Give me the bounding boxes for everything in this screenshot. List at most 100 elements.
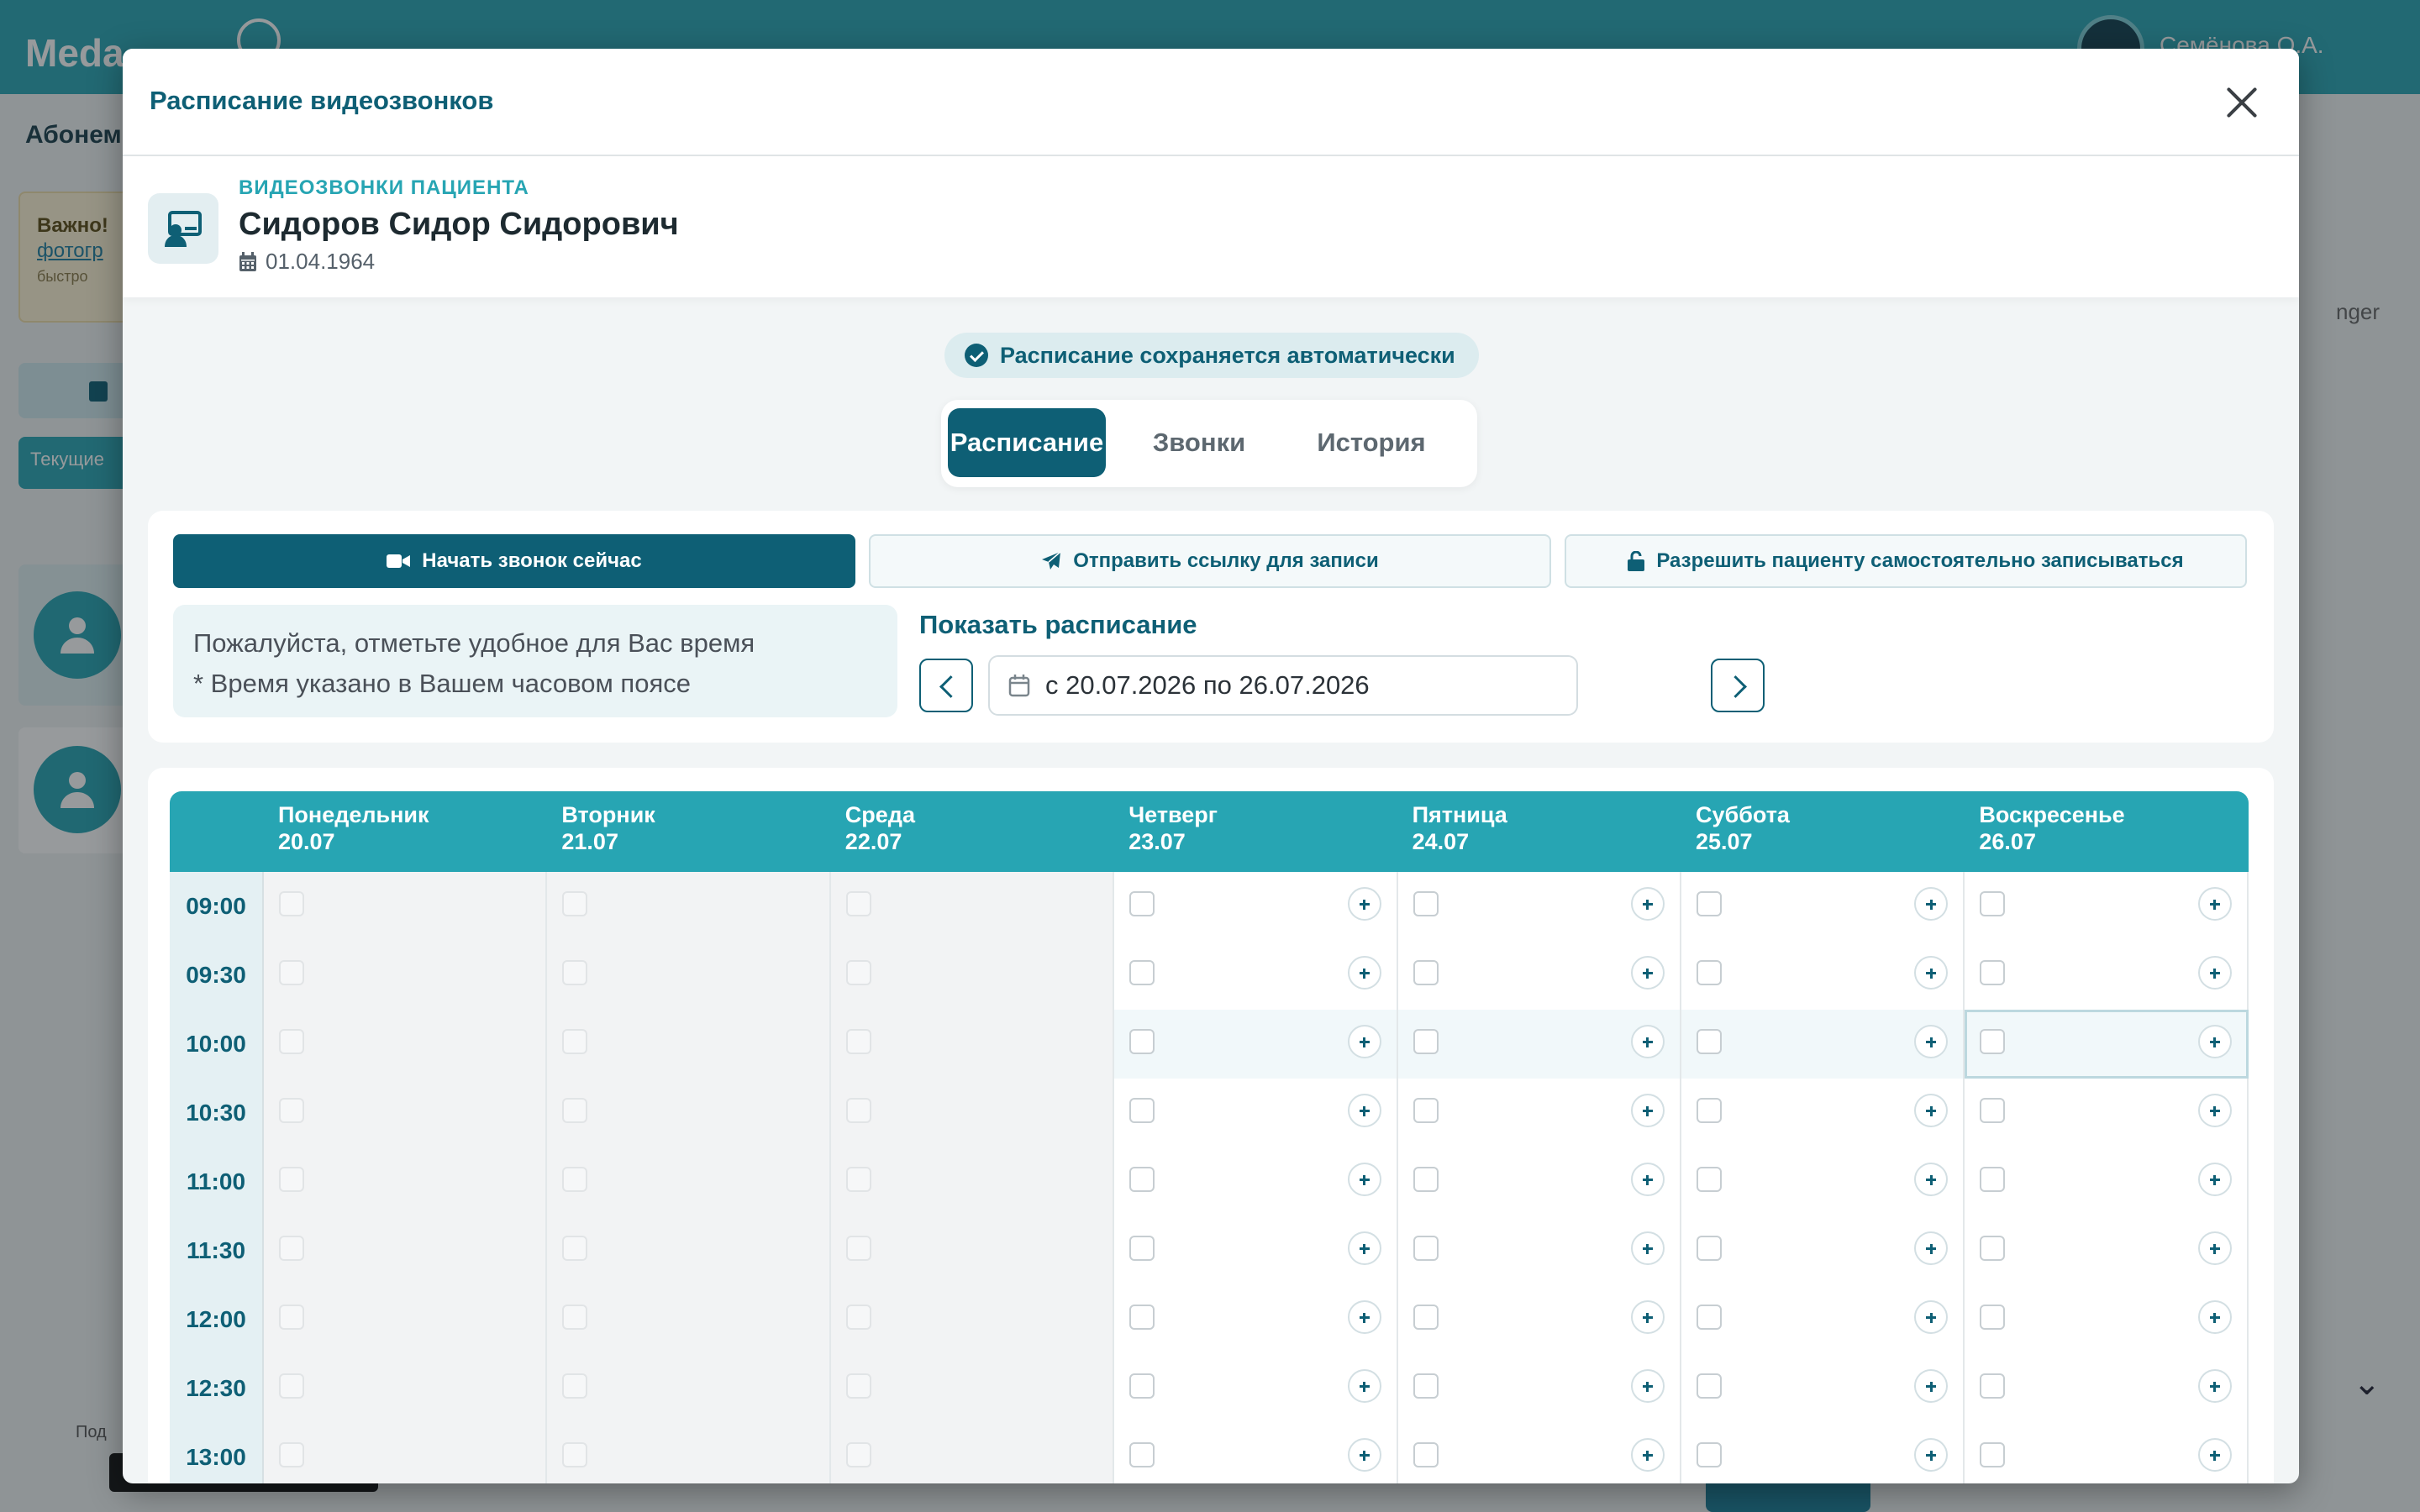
add-slot-plus-icon[interactable] — [1347, 1163, 1381, 1196]
add-slot-plus-icon[interactable] — [1914, 1025, 1949, 1058]
tab-schedule[interactable]: Расписание — [948, 408, 1106, 477]
slot-cell[interactable] — [1681, 941, 1965, 1010]
add-slot-plus-icon[interactable] — [1914, 887, 1949, 921]
slot-checkbox[interactable] — [1980, 1167, 2006, 1192]
add-slot-plus-icon[interactable] — [1630, 1369, 1665, 1403]
slot-cell[interactable] — [1397, 1010, 1681, 1079]
add-slot-plus-icon[interactable] — [1347, 1094, 1381, 1127]
send-booking-link-button[interactable]: Отправить ссылку для записи — [869, 534, 1551, 588]
add-slot-plus-icon[interactable] — [1630, 1094, 1665, 1127]
close-icon[interactable] — [2218, 79, 2265, 126]
slot-checkbox[interactable] — [1980, 1236, 2006, 1261]
slot-cell[interactable] — [1397, 1354, 1681, 1423]
date-range-input[interactable]: с 20.07.2026 по 26.07.2026 — [988, 655, 1578, 716]
add-slot-plus-icon[interactable] — [1347, 1025, 1381, 1058]
slot-cell[interactable] — [1114, 1010, 1398, 1079]
slot-checkbox[interactable] — [1129, 1167, 1155, 1192]
start-call-button[interactable]: Начать звонок сейчас — [173, 534, 855, 588]
slot-checkbox[interactable] — [1697, 1098, 1722, 1123]
add-slot-plus-icon[interactable] — [1347, 887, 1381, 921]
slot-cell[interactable] — [1397, 1285, 1681, 1354]
add-slot-plus-icon[interactable] — [1347, 1300, 1381, 1334]
add-slot-plus-icon[interactable] — [1630, 1438, 1665, 1472]
slot-cell[interactable] — [1965, 1147, 2249, 1216]
add-slot-plus-icon[interactable] — [2197, 1438, 2232, 1472]
add-slot-plus-icon[interactable] — [2197, 1231, 2232, 1265]
add-slot-plus-icon[interactable] — [2197, 1300, 2232, 1334]
add-slot-plus-icon[interactable] — [1347, 1369, 1381, 1403]
add-slot-plus-icon[interactable] — [1630, 887, 1665, 921]
slot-cell[interactable] — [1114, 1216, 1398, 1285]
slot-checkbox[interactable] — [1697, 960, 1722, 985]
slot-cell[interactable] — [1114, 1423, 1398, 1483]
slot-cell[interactable] — [1114, 872, 1398, 941]
slot-checkbox[interactable] — [1980, 1305, 2006, 1330]
add-slot-plus-icon[interactable] — [2197, 956, 2232, 990]
next-week-button[interactable] — [1711, 659, 1765, 712]
slot-cell[interactable] — [1681, 1079, 1965, 1147]
slot-cell[interactable] — [1681, 1216, 1965, 1285]
slot-checkbox[interactable] — [1129, 1236, 1155, 1261]
slot-checkbox[interactable] — [1980, 1442, 2006, 1467]
slot-cell[interactable] — [1681, 1285, 1965, 1354]
add-slot-plus-icon[interactable] — [1914, 1094, 1949, 1127]
slot-cell[interactable] — [1114, 941, 1398, 1010]
add-slot-plus-icon[interactable] — [1630, 1300, 1665, 1334]
slot-checkbox[interactable] — [1129, 1442, 1155, 1467]
slot-cell[interactable] — [1681, 1147, 1965, 1216]
add-slot-plus-icon[interactable] — [1914, 1300, 1949, 1334]
add-slot-plus-icon[interactable] — [2197, 1025, 2232, 1058]
slot-cell[interactable] — [1965, 1010, 2249, 1079]
add-slot-plus-icon[interactable] — [2197, 887, 2232, 921]
add-slot-plus-icon[interactable] — [1914, 1438, 1949, 1472]
slot-cell[interactable] — [1965, 1423, 2249, 1483]
slot-cell[interactable] — [1114, 1354, 1398, 1423]
slot-checkbox[interactable] — [1697, 891, 1722, 916]
slot-checkbox[interactable] — [1413, 1029, 1439, 1054]
slot-checkbox[interactable] — [1980, 891, 2006, 916]
slot-checkbox[interactable] — [1697, 1029, 1722, 1054]
slot-cell[interactable] — [1681, 1354, 1965, 1423]
slot-checkbox[interactable] — [1697, 1442, 1722, 1467]
slot-cell[interactable] — [1965, 1354, 2249, 1423]
slot-checkbox[interactable] — [1129, 960, 1155, 985]
slot-checkbox[interactable] — [1129, 891, 1155, 916]
slot-checkbox[interactable] — [1413, 1305, 1439, 1330]
slot-checkbox[interactable] — [1980, 1098, 2006, 1123]
slot-cell[interactable] — [1965, 1079, 2249, 1147]
add-slot-plus-icon[interactable] — [1630, 956, 1665, 990]
slot-cell[interactable] — [1681, 872, 1965, 941]
slot-cell[interactable] — [1397, 1147, 1681, 1216]
slot-checkbox[interactable] — [1129, 1373, 1155, 1399]
add-slot-plus-icon[interactable] — [1914, 1163, 1949, 1196]
add-slot-plus-icon[interactable] — [1914, 1231, 1949, 1265]
slot-checkbox[interactable] — [1413, 1098, 1439, 1123]
slot-cell[interactable] — [1965, 1285, 2249, 1354]
previous-week-button[interactable] — [919, 659, 973, 712]
slot-checkbox[interactable] — [1697, 1236, 1722, 1261]
slot-cell[interactable] — [1965, 872, 2249, 941]
slot-checkbox[interactable] — [1413, 960, 1439, 985]
slot-cell[interactable] — [1681, 1423, 1965, 1483]
slot-checkbox[interactable] — [1697, 1305, 1722, 1330]
slot-cell[interactable] — [1114, 1079, 1398, 1147]
slot-checkbox[interactable] — [1129, 1098, 1155, 1123]
slot-checkbox[interactable] — [1413, 891, 1439, 916]
add-slot-plus-icon[interactable] — [1347, 1438, 1381, 1472]
slot-cell[interactable] — [1114, 1147, 1398, 1216]
slot-cell[interactable] — [1397, 1216, 1681, 1285]
add-slot-plus-icon[interactable] — [1914, 956, 1949, 990]
allow-self-booking-button[interactable]: Разрешить пациенту самостоятельно записы… — [1565, 534, 2247, 588]
add-slot-plus-icon[interactable] — [1630, 1025, 1665, 1058]
slot-cell[interactable] — [1397, 1079, 1681, 1147]
add-slot-plus-icon[interactable] — [2197, 1163, 2232, 1196]
slot-checkbox[interactable] — [1980, 960, 2006, 985]
slot-checkbox[interactable] — [1697, 1373, 1722, 1399]
slot-checkbox[interactable] — [1413, 1236, 1439, 1261]
tab-history[interactable]: История — [1287, 408, 1455, 477]
slot-cell[interactable] — [1681, 1010, 1965, 1079]
slot-cell[interactable] — [1397, 941, 1681, 1010]
add-slot-plus-icon[interactable] — [1914, 1369, 1949, 1403]
slot-checkbox[interactable] — [1129, 1029, 1155, 1054]
add-slot-plus-icon[interactable] — [1630, 1231, 1665, 1265]
